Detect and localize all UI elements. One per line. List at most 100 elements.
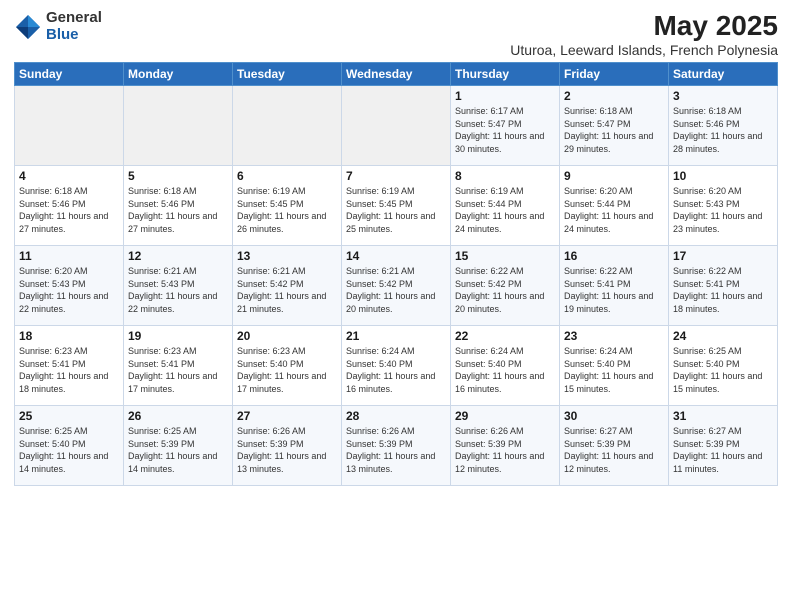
table-row: 19Sunrise: 6:23 AM Sunset: 5:41 PM Dayli… [124,326,233,406]
table-row: 13 Sunrise: 6:21 AM Sunset: 5:42 PM Dayli… [233,246,342,326]
day-number: 18 [19,329,119,343]
col-wednesday: Wednesday [342,63,451,86]
day-info: Sunrise: 6:25 AM Sunset: 5:40 PM Dayligh… [19,425,119,475]
calendar-table: Sunday Monday Tuesday Wednesday Thursday… [14,62,778,486]
day-number: 4 [19,169,119,183]
day-number: 26 [128,409,228,423]
table-row: 9 Sunrise: 6:20 AM Sunset: 5:44 PM Daylig… [560,166,669,246]
table-row: 8 Sunrise: 6:19 AM Sunset: 5:44 PM Daylig… [451,166,560,246]
table-row: 22Sunrise: 6:24 AM Sunset: 5:40 PM Dayli… [451,326,560,406]
table-row: 6Sunrise: 6:19 AM Sunset: 5:45 PM Daylig… [233,166,342,246]
day-info: Sunrise: 6:26 AM Sunset: 5:39 PM Dayligh… [237,425,337,475]
day-number: 14 [346,249,446,263]
day-info: Sunrise: 6:19 AM Sunset: 5:45 PM Dayligh… [346,185,446,235]
day-info: Sunrise: 6:27 AM Sunset: 5:39 PM Dayligh… [564,425,664,475]
day-info: Sunrise: 6:20 AM Sunset: 5:43 PM Dayligh… [673,185,773,235]
main-title: May 2025 [510,10,778,42]
header: General Blue May 2025 Uturoa, Leeward Is… [14,10,778,58]
logo: General Blue [14,10,102,43]
day-info: Sunrise: 6:19 AM Sunset: 5:44 PM Dayligh… [455,185,555,235]
day-info: Sunrise: 6:18 AM Sunset: 5:46 PM Dayligh… [128,185,228,235]
week-row-0: 1Sunrise: 6:17 AM Sunset: 5:47 PM Daylig… [15,86,778,166]
col-saturday: Saturday [669,63,778,86]
day-info: Sunrise: 6:26 AM Sunset: 5:39 PM Dayligh… [346,425,446,475]
table-row: 18 Sunrise: 6:23 AM Sunset: 5:41 PM Dayli… [15,326,124,406]
day-info: Sunrise: 6:24 AM Sunset: 5:40 PM Dayligh… [346,345,446,395]
table-row: 28 Sunrise: 6:26 AM Sunset: 5:39 PM Dayli… [342,406,451,486]
table-row [15,86,124,166]
title-block: May 2025 Uturoa, Leeward Islands, French… [510,10,778,58]
day-number: 3 [673,89,773,103]
table-row: 3 Sunrise: 6:18 AM Sunset: 5:46 PM Daylig… [669,86,778,166]
day-info: Sunrise: 6:25 AM Sunset: 5:40 PM Dayligh… [673,345,773,395]
day-info: Sunrise: 6:20 AM Sunset: 5:44 PM Dayligh… [564,185,664,235]
week-row-3: 18 Sunrise: 6:23 AM Sunset: 5:41 PM Dayli… [15,326,778,406]
day-info: Sunrise: 6:21 AM Sunset: 5:42 PM Dayligh… [237,265,337,315]
day-info: Sunrise: 6:18 AM Sunset: 5:46 PM Dayligh… [19,185,119,235]
day-info: Sunrise: 6:22 AM Sunset: 5:42 PM Dayligh… [455,265,555,315]
table-row [233,86,342,166]
day-number: 28 [346,409,446,423]
day-info: Sunrise: 6:24 AM Sunset: 5:40 PM Dayligh… [455,345,555,395]
table-row: 24 Sunrise: 6:25 AM Sunset: 5:40 PM Dayli… [669,326,778,406]
day-info: Sunrise: 6:23 AM Sunset: 5:41 PM Dayligh… [19,345,119,395]
day-number: 11 [19,249,119,263]
day-info: Sunrise: 6:27 AM Sunset: 5:39 PM Dayligh… [673,425,773,475]
logo-text: General Blue [46,10,102,43]
day-info: Sunrise: 6:21 AM Sunset: 5:42 PM Dayligh… [346,265,446,315]
day-number: 24 [673,329,773,343]
day-info: Sunrise: 6:18 AM Sunset: 5:47 PM Dayligh… [564,105,664,155]
col-friday: Friday [560,63,669,86]
day-number: 2 [564,89,664,103]
day-info: Sunrise: 6:20 AM Sunset: 5:43 PM Dayligh… [19,265,119,315]
day-number: 10 [673,169,773,183]
day-number: 13 [237,249,337,263]
calendar-header: Sunday Monday Tuesday Wednesday Thursday… [15,63,778,86]
calendar-body: 1Sunrise: 6:17 AM Sunset: 5:47 PM Daylig… [15,86,778,486]
day-number: 8 [455,169,555,183]
table-row: 17 Sunrise: 6:22 AM Sunset: 5:41 PM Dayli… [669,246,778,326]
day-number: 17 [673,249,773,263]
day-number: 16 [564,249,664,263]
table-row: 12Sunrise: 6:21 AM Sunset: 5:43 PM Dayli… [124,246,233,326]
table-row: 29Sunrise: 6:26 AM Sunset: 5:39 PM Dayli… [451,406,560,486]
table-row [124,86,233,166]
day-number: 7 [346,169,446,183]
day-number: 27 [237,409,337,423]
day-number: 23 [564,329,664,343]
day-info: Sunrise: 6:25 AM Sunset: 5:39 PM Dayligh… [128,425,228,475]
week-row-2: 11 Sunrise: 6:20 AM Sunset: 5:43 PM Dayli… [15,246,778,326]
week-row-1: 4 Sunrise: 6:18 AM Sunset: 5:46 PM Daylig… [15,166,778,246]
logo-icon [14,13,42,41]
table-row: 15 Sunrise: 6:22 AM Sunset: 5:42 PM Dayli… [451,246,560,326]
table-row: 27 Sunrise: 6:26 AM Sunset: 5:39 PM Dayli… [233,406,342,486]
day-number: 29 [455,409,555,423]
col-tuesday: Tuesday [233,63,342,86]
day-info: Sunrise: 6:24 AM Sunset: 5:40 PM Dayligh… [564,345,664,395]
day-number: 20 [237,329,337,343]
day-info: Sunrise: 6:19 AM Sunset: 5:45 PM Dayligh… [237,185,337,235]
day-number: 9 [564,169,664,183]
day-number: 21 [346,329,446,343]
day-info: Sunrise: 6:18 AM Sunset: 5:46 PM Dayligh… [673,105,773,155]
table-row: 26 Sunrise: 6:25 AM Sunset: 5:39 PM Dayli… [124,406,233,486]
table-row: 10 Sunrise: 6:20 AM Sunset: 5:43 PM Dayli… [669,166,778,246]
table-row: 1Sunrise: 6:17 AM Sunset: 5:47 PM Daylig… [451,86,560,166]
table-row: 30Sunrise: 6:27 AM Sunset: 5:39 PM Dayli… [560,406,669,486]
table-row: 2 Sunrise: 6:18 AM Sunset: 5:47 PM Daylig… [560,86,669,166]
subtitle: Uturoa, Leeward Islands, French Polynesi… [510,42,778,58]
table-row: 14 Sunrise: 6:21 AM Sunset: 5:42 PM Dayli… [342,246,451,326]
table-row: 23 Sunrise: 6:24 AM Sunset: 5:40 PM Dayli… [560,326,669,406]
col-sunday: Sunday [15,63,124,86]
day-number: 12 [128,249,228,263]
page: General Blue May 2025 Uturoa, Leeward Is… [0,0,792,612]
table-row: 7 Sunrise: 6:19 AM Sunset: 5:45 PM Daylig… [342,166,451,246]
day-info: Sunrise: 6:17 AM Sunset: 5:47 PM Dayligh… [455,105,555,155]
day-number: 15 [455,249,555,263]
day-number: 5 [128,169,228,183]
table-row: 16 Sunrise: 6:22 AM Sunset: 5:41 PM Dayli… [560,246,669,326]
day-info: Sunrise: 6:22 AM Sunset: 5:41 PM Dayligh… [673,265,773,315]
day-info: Sunrise: 6:22 AM Sunset: 5:41 PM Dayligh… [564,265,664,315]
day-info: Sunrise: 6:23 AM Sunset: 5:40 PM Dayligh… [237,345,337,395]
col-thursday: Thursday [451,63,560,86]
